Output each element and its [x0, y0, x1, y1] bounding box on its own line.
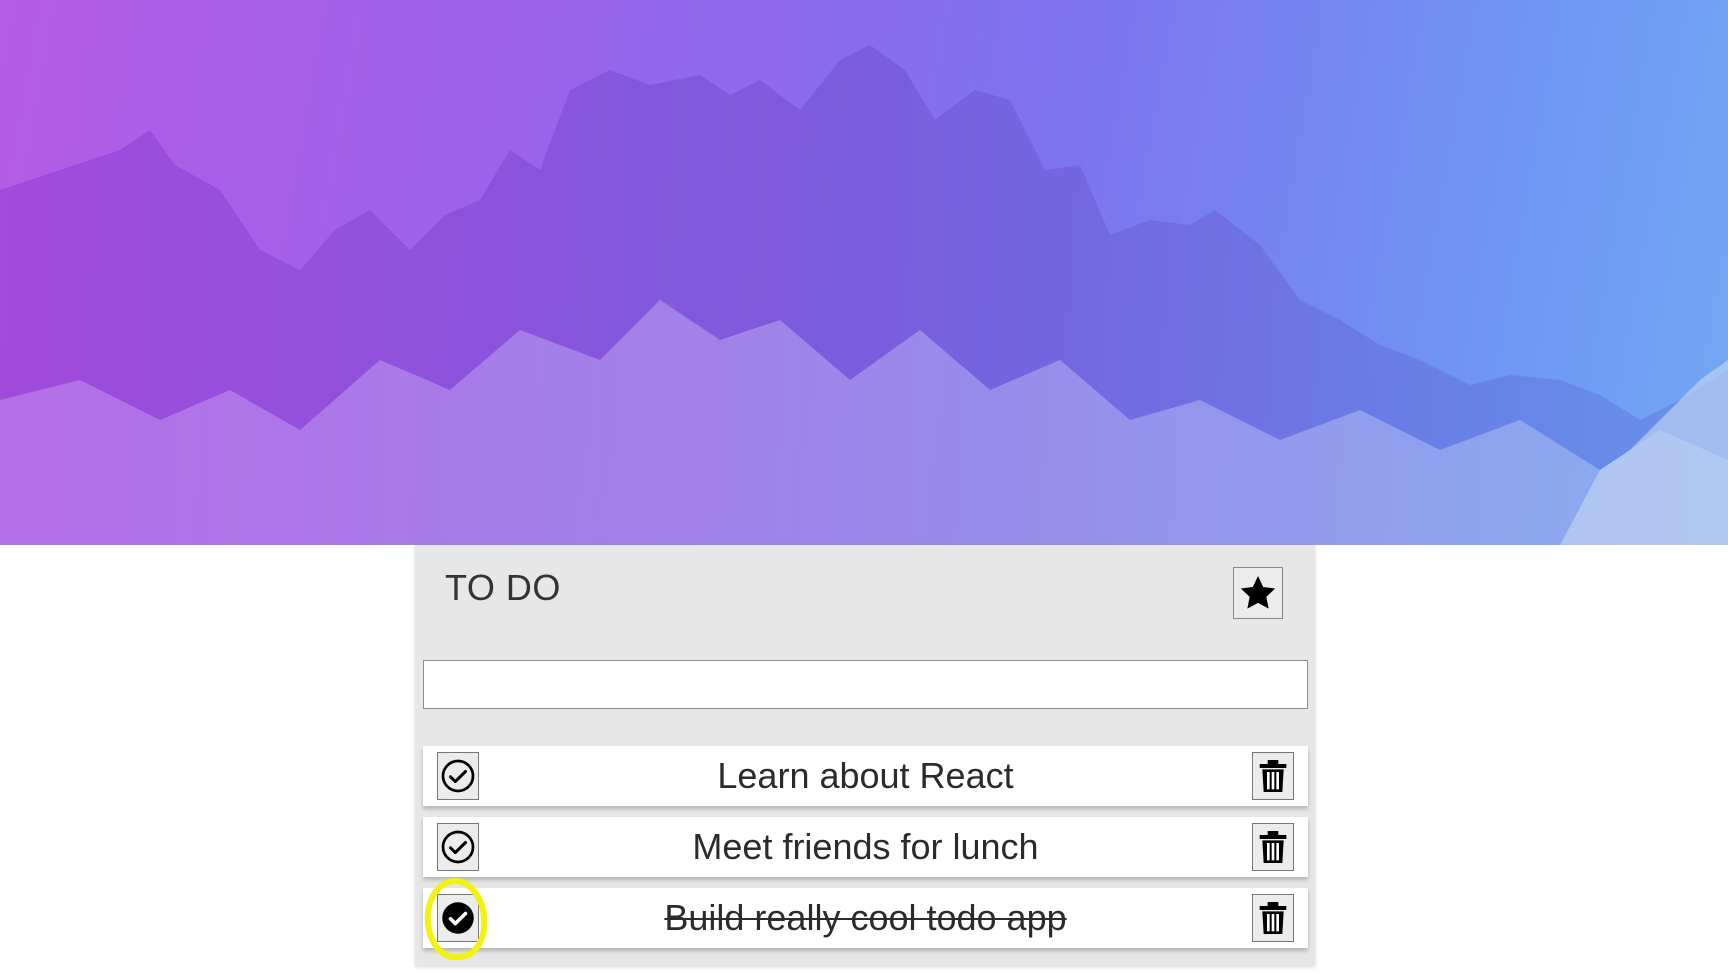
- delete-button[interactable]: [1252, 823, 1294, 871]
- new-todo-input[interactable]: [423, 660, 1308, 709]
- delete-button[interactable]: [1252, 894, 1294, 942]
- todo-text: Build really cool todo app: [664, 897, 1067, 938]
- trash-icon: [1259, 902, 1287, 934]
- todo-item: Meet friends for lunch: [423, 817, 1308, 877]
- todo-card: TO DO Learn about React Meet friends for…: [415, 545, 1315, 965]
- page-title: TO DO: [445, 567, 561, 608]
- header-banner: [0, 0, 1728, 545]
- delete-button[interactable]: [1252, 752, 1294, 800]
- todo-item: Learn about React: [423, 746, 1308, 806]
- complete-button[interactable]: [437, 752, 479, 800]
- todo-item: Build really cool todo app: [422, 875, 1308, 963]
- todo-list: Learn about React Meet friends for lunch…: [422, 746, 1308, 963]
- check-circle-outline-icon: [441, 759, 475, 793]
- todo-text: Learn about React: [717, 755, 1014, 796]
- mountain-image: [0, 45, 1728, 545]
- trash-icon: [1259, 831, 1287, 863]
- check-circle-outline-icon: [441, 830, 475, 864]
- star-icon: [1240, 576, 1276, 609]
- check-circle-filled-icon: [442, 902, 474, 934]
- trash-icon: [1259, 760, 1287, 792]
- todo-text: Meet friends for lunch: [692, 826, 1039, 867]
- complete-button[interactable]: [437, 823, 479, 871]
- star-button[interactable]: [1233, 567, 1283, 619]
- complete-button[interactable]: [437, 894, 479, 942]
